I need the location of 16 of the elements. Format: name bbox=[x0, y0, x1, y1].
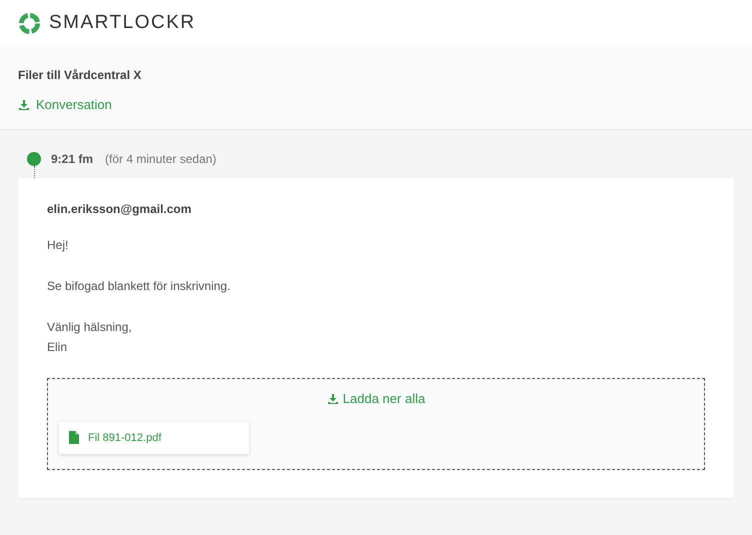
message-time: 9:21 fm bbox=[51, 152, 94, 166]
conversation-title: Filer till Vårdcentral X bbox=[18, 68, 142, 82]
timeline-dot bbox=[27, 152, 41, 166]
file-chip[interactable]: Fil 891-012.pdf bbox=[59, 422, 249, 454]
sender-email: elin.eriksson@gmail.com bbox=[47, 202, 192, 216]
download-icon bbox=[326, 392, 339, 404]
message-paragraph: Hej! bbox=[47, 237, 70, 254]
relative-time: (för 4 minuter sedan) bbox=[105, 152, 216, 166]
logo-wordmark: SMARTLOCKR bbox=[49, 12, 196, 34]
download-all-link[interactable]: Ladda ner alla bbox=[326, 391, 426, 406]
logo-icon bbox=[18, 12, 41, 34]
file-icon bbox=[69, 431, 79, 444]
message-paragraph: Vänlig hälsning, Elin bbox=[47, 319, 133, 356]
message-paragraph: Se bifogad blankett för inskrivning. bbox=[47, 278, 232, 295]
conversation-download-link[interactable]: Konversation bbox=[18, 97, 112, 112]
download-icon bbox=[18, 98, 30, 110]
